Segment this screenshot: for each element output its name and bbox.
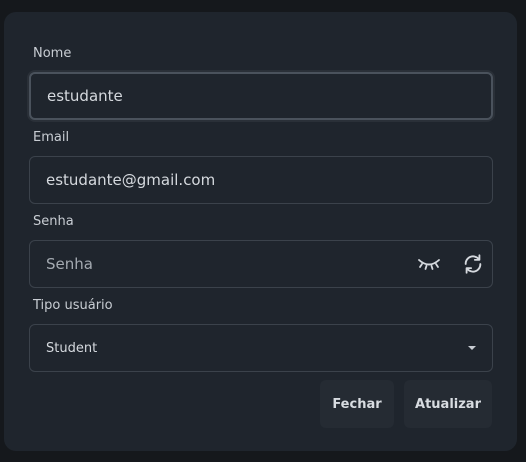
password-label: Senha: [33, 214, 74, 229]
password-input[interactable]: Senha: [29, 240, 493, 288]
user-type-selected-value: Student: [46, 340, 98, 356]
email-input-value: estudante@gmail.com: [46, 171, 216, 189]
email-label: Email: [33, 130, 70, 145]
caret-down-icon: [468, 346, 476, 350]
password-placeholder: Senha: [46, 255, 93, 273]
refresh-icon: [464, 254, 482, 274]
close-button[interactable]: Fechar: [320, 380, 394, 428]
generate-password-button[interactable]: [458, 241, 488, 287]
toggle-password-visibility-button[interactable]: [414, 241, 444, 287]
user-type-label: Tipo usuário: [33, 298, 113, 313]
eye-closed-icon: [418, 259, 440, 270]
name-input[interactable]: estudante: [29, 72, 493, 120]
password-actions: [414, 241, 492, 287]
update-button[interactable]: Atualizar: [404, 380, 492, 428]
email-input[interactable]: estudante@gmail.com: [29, 156, 493, 204]
edit-user-dialog: Nome estudante Email estudante@gmail.com…: [4, 12, 517, 451]
user-type-select[interactable]: Student: [29, 324, 493, 372]
name-input-value: estudante: [47, 87, 123, 105]
name-label: Nome: [33, 46, 72, 61]
